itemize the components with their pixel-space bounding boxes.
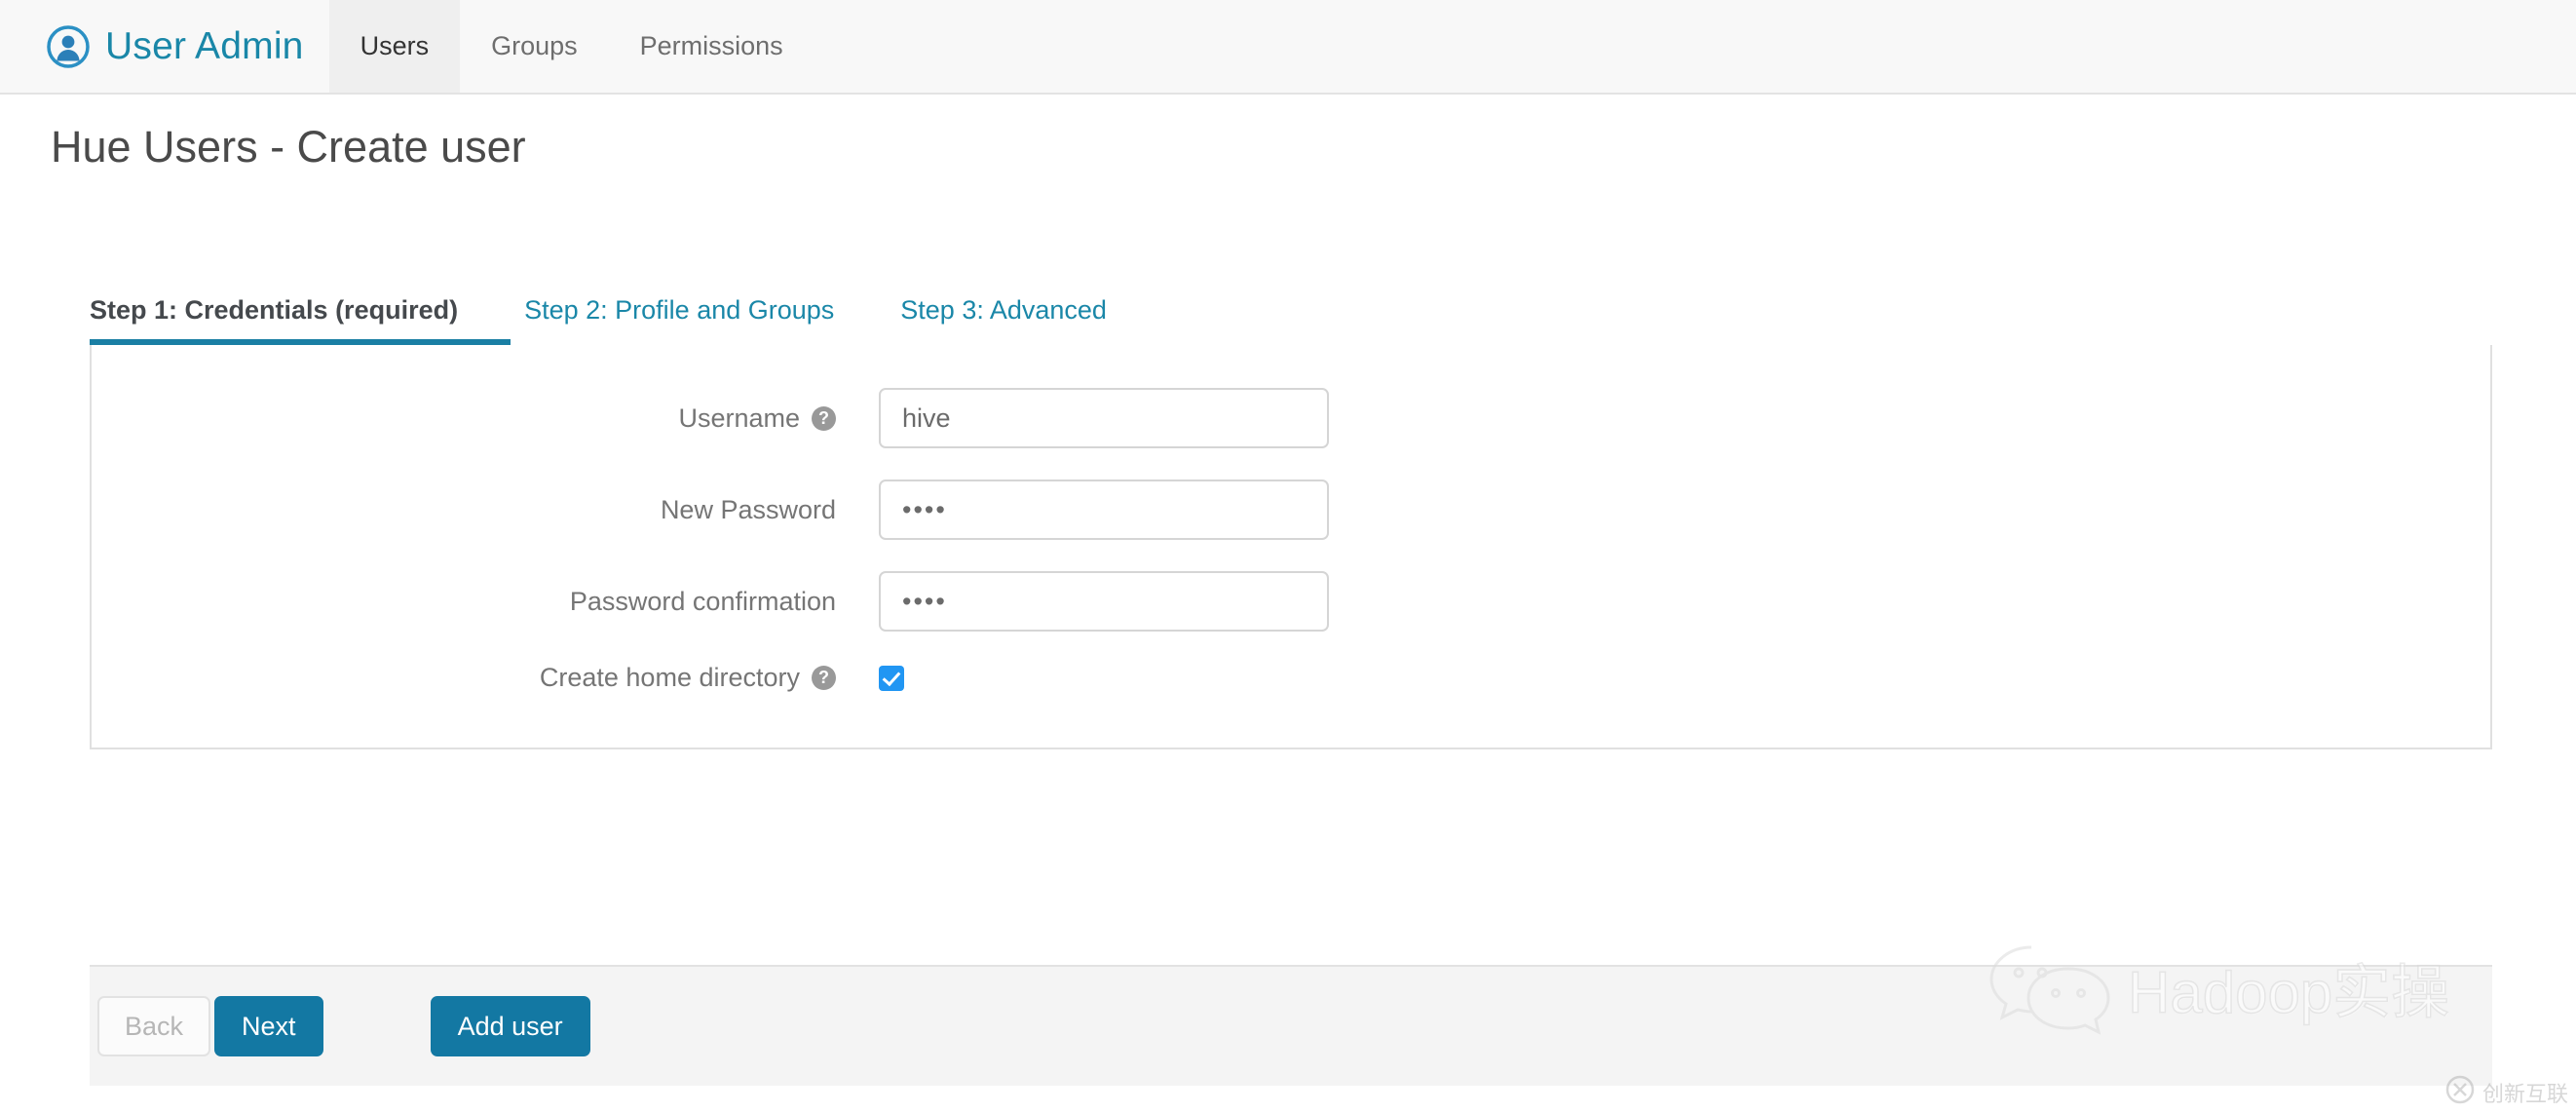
nav-tab-permissions[interactable]: Permissions [609,0,814,93]
create-home-directory-label-group: Create home directory ? [92,663,879,693]
form-row-new-password: New Password [92,480,2490,540]
tab-step-2-label: Step 2: Profile and Groups [524,295,834,325]
create-home-directory-label: Create home directory [540,663,800,693]
brand-label: User Admin [105,25,304,68]
add-user-button[interactable]: Add user [431,996,590,1056]
password-confirmation-label-group: Password confirmation [92,587,879,617]
username-help-icon[interactable]: ? [812,406,836,431]
username-label: Username [678,403,800,434]
new-password-label: New Password [661,495,836,525]
nav-tab-users[interactable]: Users [329,0,461,93]
form-row-create-home-directory: Create home directory ? [92,663,2490,693]
brand-link[interactable]: User Admin [0,0,329,93]
wizard-panel-step-1: Username ? New Password Password confirm… [90,345,2492,749]
form-row-password-confirmation: Password confirmation [92,571,2490,632]
create-home-directory-checkbox[interactable] [879,666,904,691]
username-label-group: Username ? [92,403,879,434]
user-circle-icon [47,25,90,68]
new-password-label-group: New Password [92,495,879,525]
wizard-footer-bar: Back Next Add user [90,965,2492,1086]
nav-tab-users-label: Users [360,31,430,61]
wizard-step-tabs: Step 1: Credentials (required) Step 2: P… [90,285,2492,345]
next-button[interactable]: Next [214,996,323,1056]
tab-step-3-advanced[interactable]: Step 3: Advanced [900,295,1107,345]
username-input[interactable] [879,388,1329,448]
new-password-input[interactable] [879,480,1329,540]
tab-step-1-credentials[interactable]: Step 1: Credentials (required) [90,295,458,345]
password-confirmation-label: Password confirmation [570,587,836,617]
create-home-directory-help-icon[interactable]: ? [812,666,836,690]
create-user-wizard: Step 1: Credentials (required) Step 2: P… [90,285,2492,749]
top-navbar: User Admin Users Groups Permissions [0,0,2576,95]
page-title: Hue Users - Create user [51,122,526,173]
corner-badge-text: 创新互联 [2482,1077,2568,1108]
tab-step-2-profile-and-groups[interactable]: Step 2: Profile and Groups [524,295,834,345]
nav-tab-permissions-label: Permissions [640,31,783,61]
back-button[interactable]: Back [97,996,210,1056]
tab-step-1-label: Step 1: Credentials (required) [90,295,458,325]
password-confirmation-input[interactable] [879,571,1329,632]
form-row-username: Username ? [92,388,2490,448]
nav-tab-groups[interactable]: Groups [460,0,609,93]
nav-tab-groups-label: Groups [491,31,578,61]
tab-step-3-label: Step 3: Advanced [900,295,1107,325]
